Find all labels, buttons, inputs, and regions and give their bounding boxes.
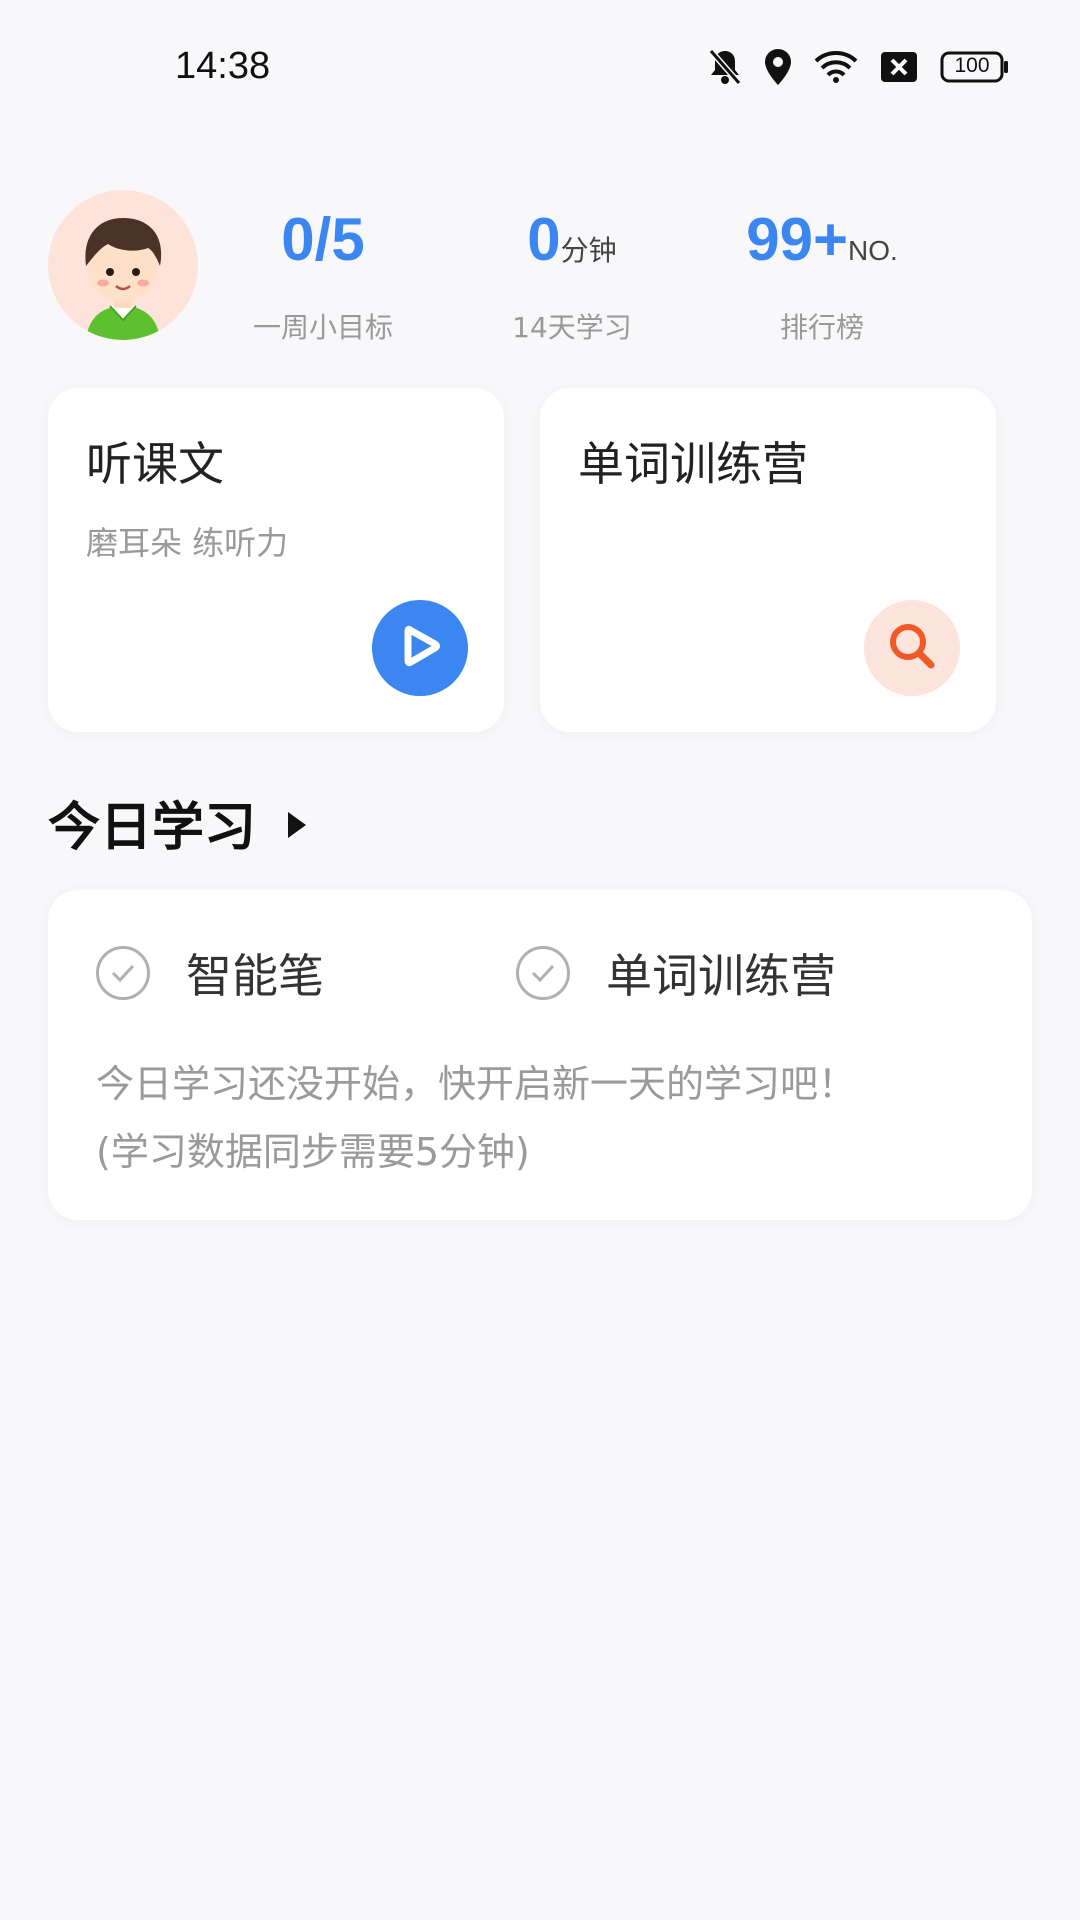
stat-study-time-label: 14天学习 <box>512 311 632 344</box>
task-item-word-camp[interactable]: 单词训练营 <box>516 940 836 1006</box>
battery-icon: 100 <box>940 51 1010 83</box>
stat-study-time-value: 0分钟 <box>527 206 617 273</box>
stat-leaderboard-label: 排行榜 <box>779 311 864 344</box>
task-label: 单词训练营 <box>606 949 836 1003</box>
play-button[interactable] <box>372 600 468 696</box>
status-icons: 100 <box>708 48 1010 86</box>
stat-weekly-goal-label: 一周小目标 <box>252 311 393 344</box>
caret-right-icon <box>286 793 308 853</box>
word-camp-card-title: 单词训练营 <box>578 437 808 491</box>
today-message-line-1: 今日学习还没开始，快开启新一天的学习吧！ <box>96 1062 857 1106</box>
listen-text-card[interactable]: 听课文 磨耳朵 练听力 <box>48 388 504 732</box>
today-study-card: 智能笔 单词训练营 今日学习还没开始，快开启新一天的学习吧！ (学习数据同步需要… <box>48 890 1032 1220</box>
task-item-smart-pen[interactable]: 智能笔 <box>96 940 324 1006</box>
task-label: 智能笔 <box>186 949 324 1003</box>
listen-card-subtitle: 磨耳朵 练听力 <box>86 524 289 562</box>
today-study-title: 今日学习 <box>48 798 257 858</box>
search-icon <box>884 618 940 678</box>
location-icon <box>764 48 792 86</box>
stat-study-time[interactable]: 0分钟 14天学习 <box>452 205 692 346</box>
battery-level: 100 <box>954 54 990 77</box>
play-icon <box>394 620 446 676</box>
stat-weekly-goal[interactable]: 0/5 一周小目标 <box>203 205 443 346</box>
wifi-icon <box>814 50 858 84</box>
today-study-header[interactable]: 今日学习 <box>48 785 308 860</box>
stat-weekly-goal-value: 0/5 <box>281 206 365 273</box>
search-button[interactable] <box>864 600 960 696</box>
today-empty-message: 今日学习还没开始，快开启新一天的学习吧！ (学习数据同步需要5分钟) <box>96 1050 856 1186</box>
status-bar: 14:38 100 <box>0 0 1080 140</box>
avatar[interactable] <box>48 190 198 340</box>
listen-card-title: 听课文 <box>86 437 224 491</box>
check-circle-icon <box>516 946 570 1000</box>
status-time: 14:38 <box>175 45 271 87</box>
word-camp-card[interactable]: 单词训练营 <box>540 388 996 732</box>
stat-leaderboard-value: 99+NO. <box>746 206 898 273</box>
bell-off-icon <box>708 48 742 86</box>
check-circle-icon <box>96 946 150 1000</box>
today-message-line-2: (学习数据同步需要5分钟) <box>96 1130 530 1174</box>
stat-leaderboard[interactable]: 99+NO. 排行榜 <box>702 205 942 346</box>
sim-x-icon <box>880 51 918 83</box>
